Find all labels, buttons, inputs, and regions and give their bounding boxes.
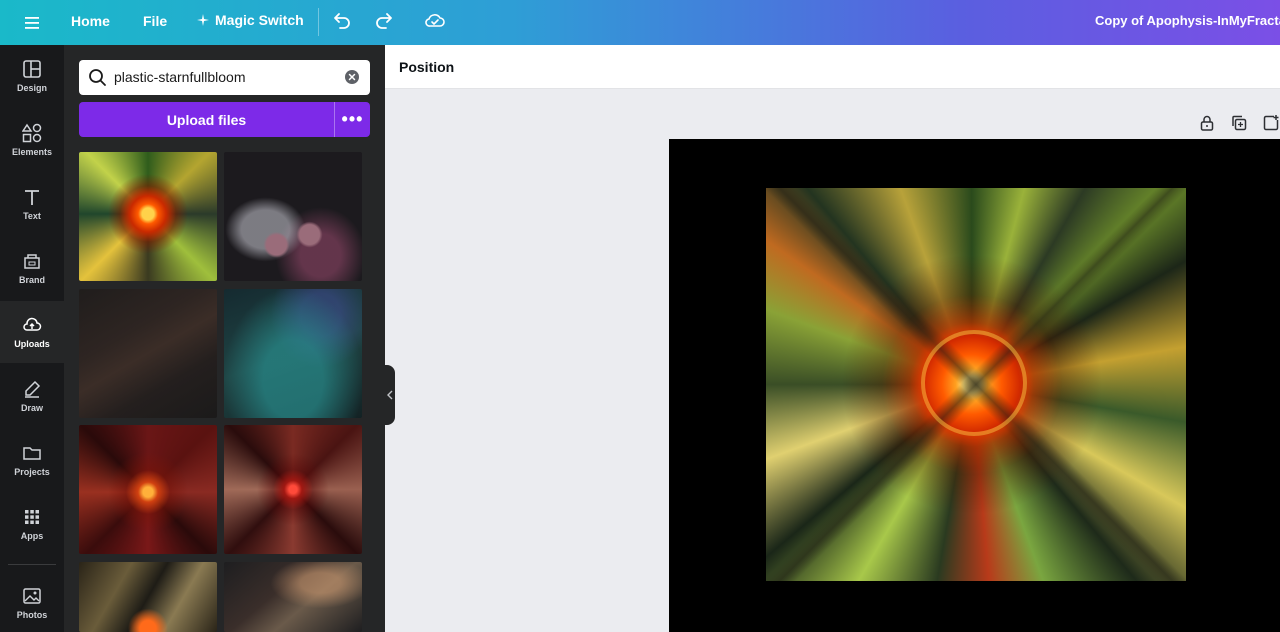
redo-button[interactable] xyxy=(372,9,396,33)
design-page[interactable] xyxy=(669,139,1280,632)
upload-thumbnail[interactable] xyxy=(224,152,362,281)
search-box[interactable]: plastic-starnfullbloom xyxy=(79,60,370,95)
rail-item-draw[interactable]: Draw xyxy=(0,365,64,427)
rail-label-text: Text xyxy=(23,211,41,221)
rail-divider xyxy=(8,564,56,565)
fractal-core-ring xyxy=(921,330,1027,436)
search-icon xyxy=(89,69,106,86)
topbar-divider xyxy=(318,8,319,36)
rail-label-projects: Projects xyxy=(14,467,50,477)
upload-thumbnail[interactable] xyxy=(79,152,217,281)
brand-icon xyxy=(24,254,40,269)
upload-thumbnail[interactable] xyxy=(79,289,217,418)
lock-icon[interactable] xyxy=(1198,114,1216,132)
hamburger-icon xyxy=(25,16,39,29)
magic-switch-button[interactable]: Magic Switch xyxy=(197,12,304,28)
upload-thumbnail[interactable] xyxy=(224,425,362,554)
text-icon xyxy=(25,190,39,205)
rail-item-text[interactable]: Text xyxy=(0,173,64,235)
sparkle-icon xyxy=(197,14,209,26)
cloud-upload-icon xyxy=(23,317,42,331)
home-link[interactable]: Home xyxy=(71,13,110,29)
rail-label-uploads: Uploads xyxy=(14,339,50,349)
fractal-image[interactable] xyxy=(766,188,1186,581)
layout-icon xyxy=(23,60,41,78)
folder-icon xyxy=(23,447,41,460)
search-input[interactable]: plastic-starnfullbloom xyxy=(114,69,246,85)
rail-label-elements: Elements xyxy=(11,147,53,157)
rail-label-brand: Brand xyxy=(18,275,45,285)
uploads-panel: plastic-starnfullbloom Upload files ••• xyxy=(64,45,385,632)
add-page-icon[interactable] xyxy=(1262,114,1280,132)
upload-thumbnail[interactable] xyxy=(224,289,362,418)
upload-files-button[interactable]: Upload files xyxy=(79,102,334,137)
magic-switch-label: Magic Switch xyxy=(215,12,304,28)
shapes-icon xyxy=(22,123,42,143)
pen-icon xyxy=(25,380,41,398)
top-bar: Home File Magic Switch Copy of Apophysis… xyxy=(0,0,1280,45)
upload-thumbnail[interactable] xyxy=(224,562,362,632)
document-title[interactable]: Copy of Apophysis-InMyFracta xyxy=(1095,13,1280,28)
image-icon xyxy=(23,588,41,604)
chevron-left-icon xyxy=(387,390,393,400)
position-button[interactable]: Position xyxy=(399,59,454,75)
upload-thumbnail[interactable] xyxy=(79,425,217,554)
rail-item-uploads[interactable]: Uploads xyxy=(0,301,64,363)
upload-button-group: Upload files ••• xyxy=(79,102,370,137)
undo-button[interactable] xyxy=(330,9,354,33)
more-options-button[interactable]: ••• xyxy=(335,102,370,137)
grid-icon xyxy=(25,510,39,524)
file-menu[interactable]: File xyxy=(143,13,167,29)
rail-item-photos[interactable]: Photos xyxy=(0,572,64,632)
collapse-panel-handle[interactable] xyxy=(385,365,395,425)
main-menu-button[interactable] xyxy=(0,0,64,45)
rail-item-design[interactable]: Design xyxy=(0,45,64,107)
redo-icon xyxy=(376,13,392,29)
save-status-button[interactable] xyxy=(423,8,447,32)
rail-label-draw: Draw xyxy=(20,403,43,413)
clear-search-icon[interactable] xyxy=(344,69,360,85)
rail-item-brand[interactable]: Brand xyxy=(0,237,64,299)
context-toolbar: Position xyxy=(385,45,1280,89)
rail-item-apps[interactable]: Apps xyxy=(0,493,64,555)
cloud-check-icon xyxy=(425,14,445,27)
rail-label-photos: Photos xyxy=(16,610,48,620)
rail-item-elements[interactable]: Elements xyxy=(0,109,64,171)
rail-label-design: Design xyxy=(16,83,47,93)
undo-icon xyxy=(334,13,350,29)
upload-thumbnail[interactable] xyxy=(79,562,217,632)
rail-item-projects[interactable]: Projects xyxy=(0,429,64,491)
rail-label-apps: Apps xyxy=(20,531,44,541)
left-rail: Design Elements Text Brand Uploads Draw … xyxy=(0,45,64,632)
duplicate-page-icon[interactable] xyxy=(1230,114,1248,132)
